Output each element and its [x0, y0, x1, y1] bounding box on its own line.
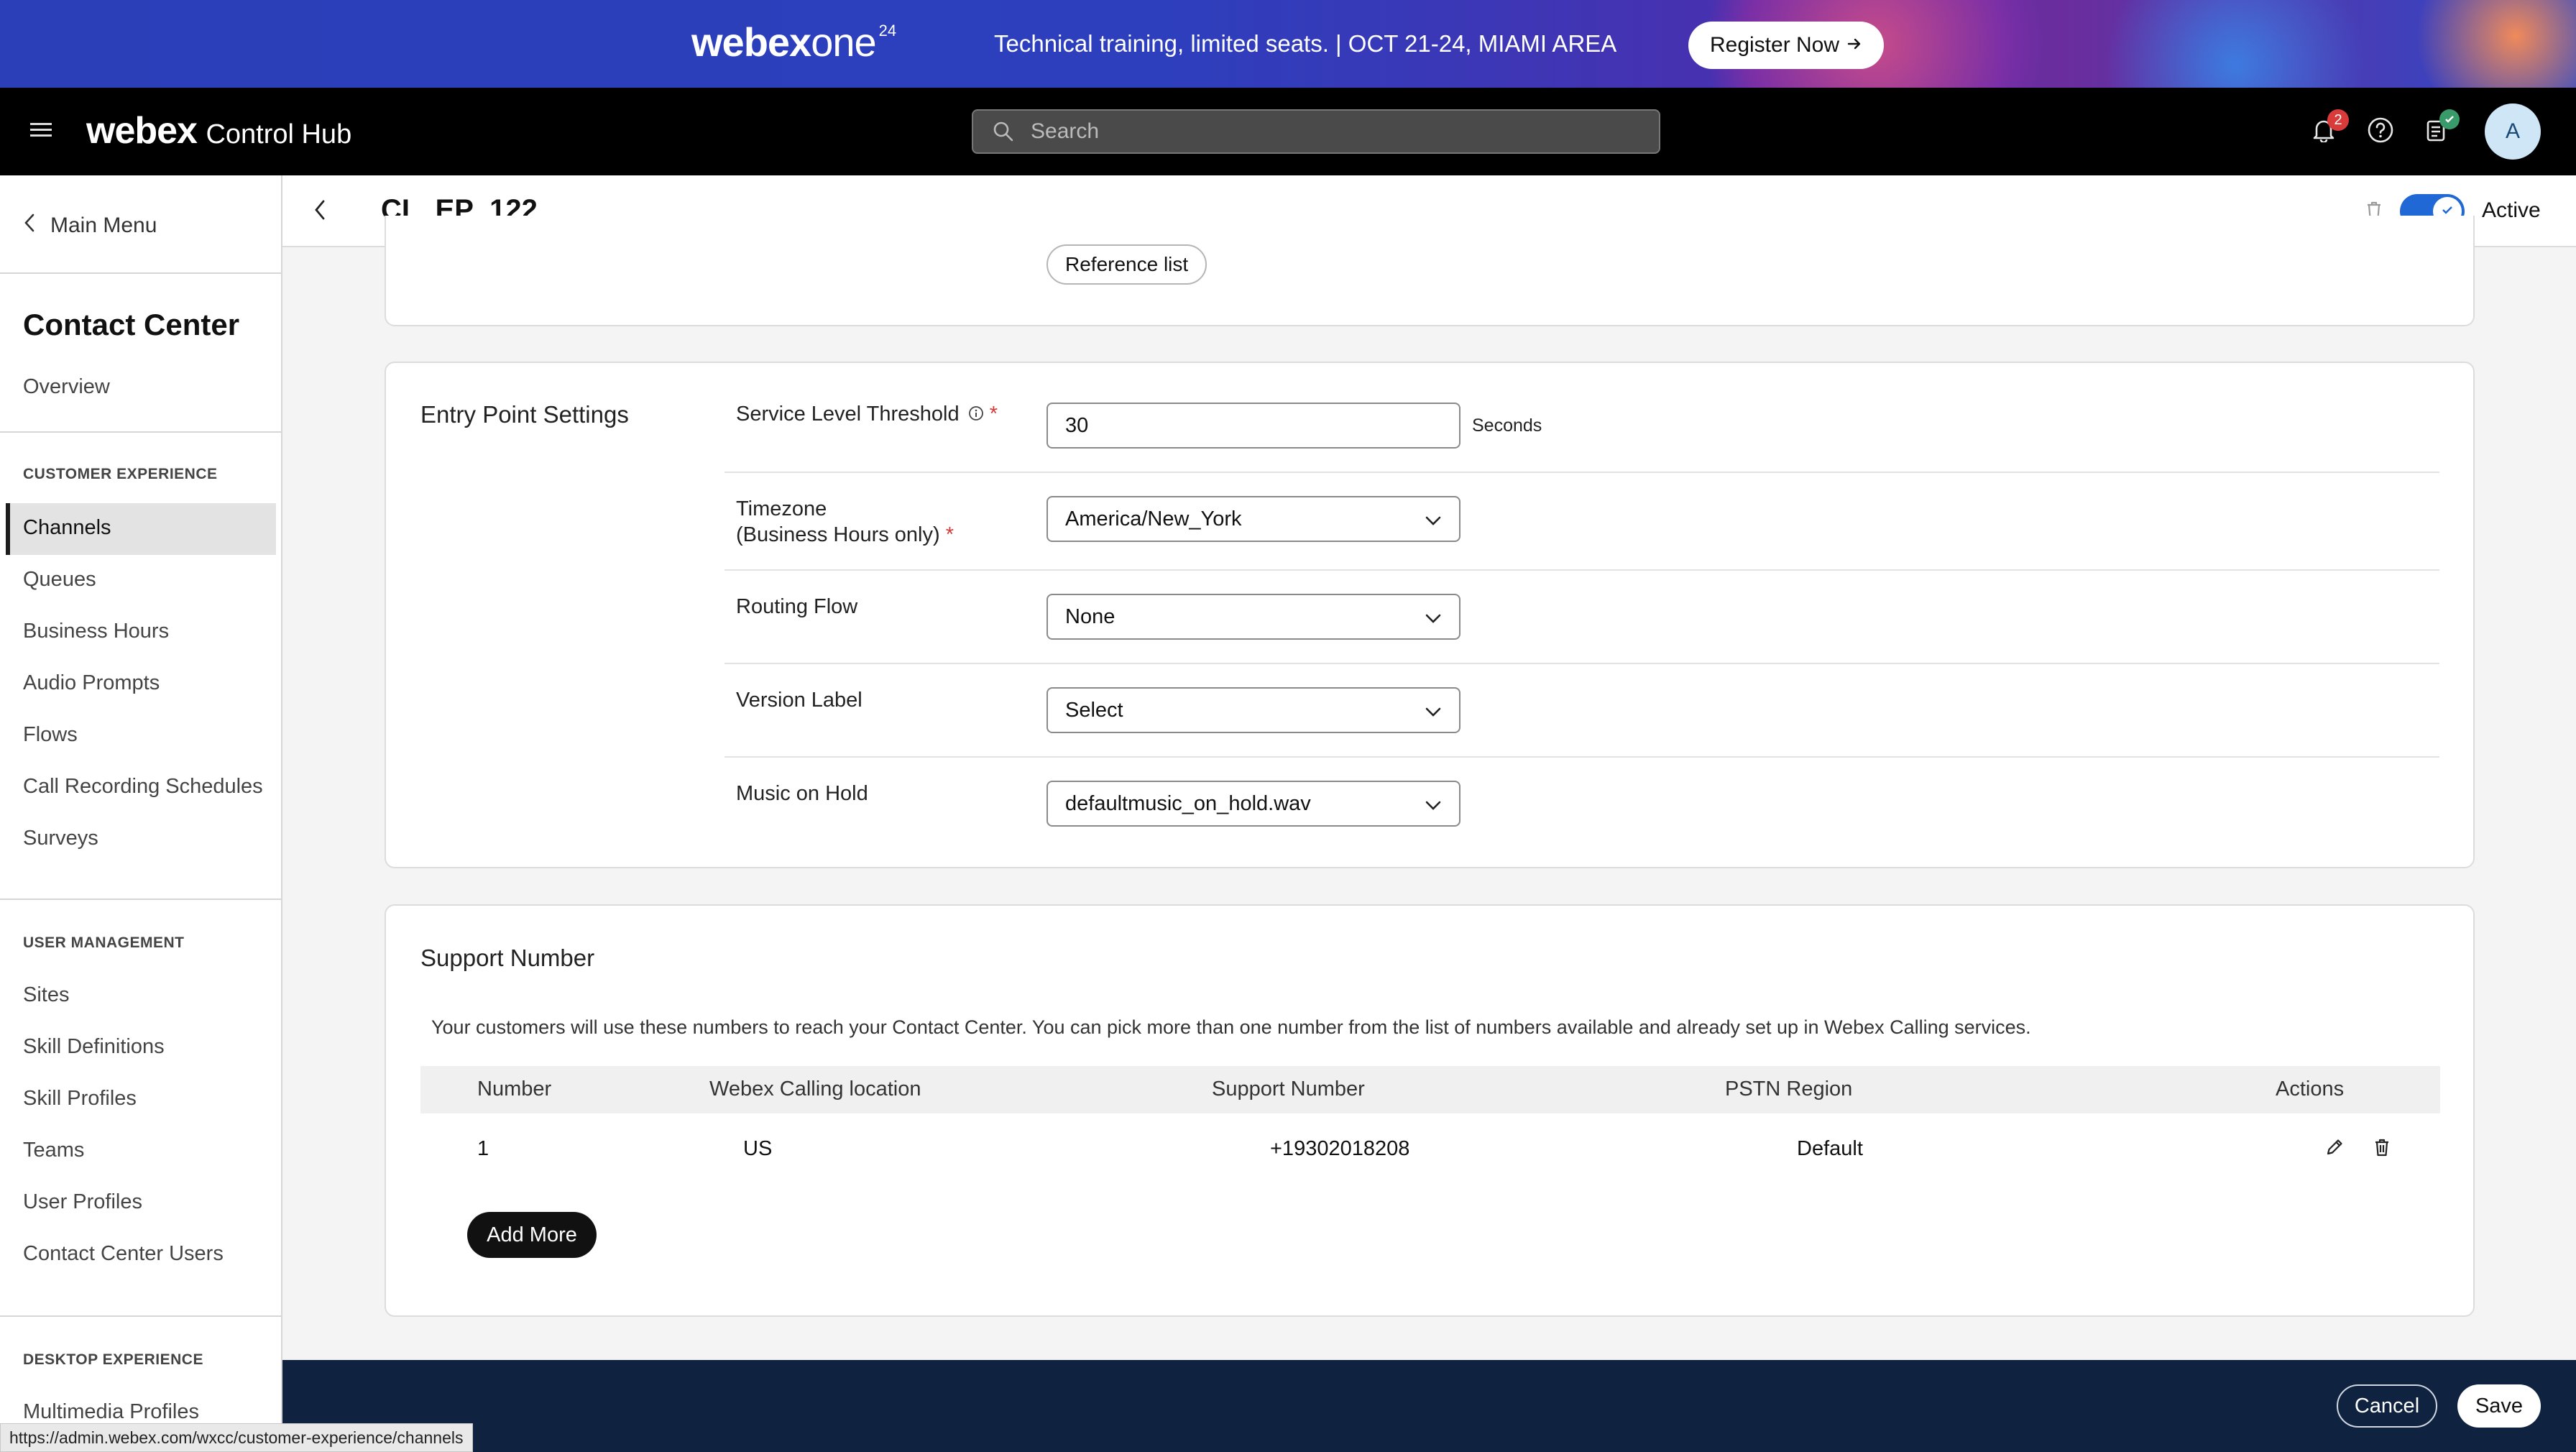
- sidebar-item-audio-prompts[interactable]: Audio Prompts: [23, 671, 160, 695]
- sidebar-item-teams[interactable]: Teams: [23, 1139, 84, 1162]
- timezone-label: Timezone (Business Hours only) *: [736, 496, 954, 548]
- chevron-down-icon: [1423, 795, 1443, 815]
- promo-banner: webex one 24 Technical training, limited…: [0, 0, 2576, 88]
- column-header-location[interactable]: Webex Calling location: [709, 1077, 921, 1101]
- timezone-label-line2: (Business Hours only): [736, 523, 940, 546]
- required-marker: *: [945, 523, 954, 546]
- chevron-down-icon: [1423, 702, 1443, 722]
- sidebar-item-sites[interactable]: Sites: [23, 983, 69, 1007]
- register-now-label: Register Now: [1709, 33, 1840, 57]
- sidebar-item-surveys[interactable]: Surveys: [23, 827, 98, 850]
- sidebar-item-multimedia-profiles[interactable]: Multimedia Profiles: [23, 1400, 199, 1424]
- pencil-icon: [2324, 1137, 2345, 1161]
- service-level-threshold-input[interactable]: 30: [1046, 403, 1460, 449]
- sidebar-item-contact-center-users[interactable]: Contact Center Users: [23, 1242, 224, 1266]
- sidebar-item-skill-profiles[interactable]: Skill Profiles: [23, 1087, 137, 1111]
- service-level-threshold-text: Service Level Threshold: [736, 403, 960, 426]
- notification-badge: 2: [2327, 109, 2349, 131]
- music-on-hold-value: defaultmusic_on_hold.wav: [1065, 791, 1311, 815]
- sidebar-item-call-recording-schedules[interactable]: Call Recording Schedules: [23, 775, 263, 799]
- music-on-hold-select[interactable]: defaultmusic_on_hold.wav: [1046, 781, 1460, 827]
- delete-button[interactable]: [2369, 1136, 2395, 1162]
- register-now-button[interactable]: Register Now: [1688, 22, 1884, 69]
- cell-location: US: [743, 1137, 773, 1160]
- main-menu-label: Main Menu: [50, 213, 157, 237]
- chevron-left-icon: [23, 213, 36, 239]
- notifications-button[interactable]: 2: [2306, 109, 2349, 150]
- reference-card: [385, 216, 2475, 326]
- timezone-label-line1: Timezone: [736, 497, 827, 520]
- control-hub-logo[interactable]: webex Control Hub: [86, 109, 351, 152]
- required-marker: *: [989, 403, 998, 426]
- version-label-value: Select: [1065, 698, 1123, 722]
- active-status-label: Active: [2482, 198, 2541, 222]
- column-header-actions: Actions: [2276, 1077, 2345, 1101]
- cell-support-number: +19302018208: [1270, 1137, 1410, 1160]
- sidebar-item-queues[interactable]: Queues: [23, 568, 96, 592]
- edit-button[interactable]: [2322, 1136, 2347, 1162]
- add-more-button[interactable]: Add More: [467, 1212, 597, 1258]
- arrow-right-icon: [1846, 33, 1862, 58]
- version-label-label: Version Label: [736, 689, 862, 712]
- support-number-description: Your customers will use these numbers to…: [431, 1016, 2031, 1038]
- section-user-management: USER MANAGEMENT: [23, 934, 185, 951]
- routing-flow-select[interactable]: None: [1046, 594, 1460, 640]
- sidebar-item-user-profiles[interactable]: User Profiles: [23, 1190, 142, 1214]
- hamburger-menu-icon[interactable]: [30, 119, 52, 141]
- chevron-left-icon: [313, 199, 326, 224]
- main-menu-link[interactable]: Main Menu: [23, 213, 157, 239]
- version-label-select[interactable]: Select: [1046, 687, 1460, 733]
- service-level-threshold-label: Service Level Threshold *: [736, 401, 998, 428]
- sidebar-item-skill-definitions[interactable]: Skill Definitions: [23, 1035, 165, 1059]
- routing-flow-value: None: [1065, 605, 1116, 628]
- sidebar-title: Contact Center: [23, 308, 240, 341]
- column-header-number[interactable]: Number: [477, 1077, 551, 1101]
- cell-number: 1: [477, 1137, 489, 1160]
- section-desktop-experience: DESKTOP EXPERIENCE: [23, 1351, 203, 1368]
- help-button[interactable]: [2363, 114, 2398, 150]
- webexone-logo: webex one 24: [691, 19, 896, 69]
- banner-text: Technical training, limited seats. | OCT…: [994, 30, 1617, 57]
- column-header-support-number[interactable]: Support Number: [1212, 1077, 1365, 1101]
- logo-product-text: Control Hub: [206, 119, 352, 150]
- column-header-pstn-region[interactable]: PSTN Region: [1725, 1077, 1852, 1101]
- info-icon[interactable]: [968, 402, 984, 428]
- sidebar-item-flows[interactable]: Flows: [23, 723, 78, 747]
- search-bar[interactable]: [972, 109, 1660, 154]
- tasks-button[interactable]: [2418, 109, 2460, 150]
- reference-list-button[interactable]: Reference list: [1046, 244, 1208, 285]
- cancel-button[interactable]: Cancel: [2337, 1384, 2437, 1428]
- logo-one-text: one: [811, 19, 876, 65]
- section-customer-experience: CUSTOMER EXPERIENCE: [23, 466, 218, 482]
- avatar[interactable]: A: [2485, 104, 2541, 160]
- search-icon: [989, 117, 1018, 146]
- seconds-unit-label: Seconds: [1472, 415, 1542, 436]
- logo-webex-text: webex: [86, 110, 198, 152]
- sidebar-item-business-hours[interactable]: Business Hours: [23, 620, 169, 643]
- sidebar: Main Menu Contact Center Overview CUSTOM…: [0, 175, 282, 1452]
- chevron-down-icon: [1423, 608, 1443, 628]
- sidebar-item-overview[interactable]: Overview: [23, 375, 110, 399]
- top-bar: webex Control Hub 2 A: [0, 88, 2576, 175]
- chevron-down-icon: [1423, 510, 1443, 530]
- status-bar-url: https://admin.webex.com/wxcc/customer-ex…: [0, 1423, 473, 1452]
- music-on-hold-label: Music on Hold: [736, 782, 868, 805]
- cell-pstn-region: Default: [1797, 1137, 1863, 1160]
- check-badge-icon: [2439, 109, 2460, 129]
- logo-webex-text: webex: [691, 19, 811, 65]
- back-button[interactable]: [305, 197, 334, 226]
- logo-year-text: 24: [878, 22, 897, 40]
- routing-flow-label: Routing Flow: [736, 595, 858, 618]
- footer-bar: Cancel Save: [282, 1360, 2576, 1452]
- timezone-value: America/New_York: [1065, 507, 1242, 530]
- help-icon: [2367, 116, 2394, 147]
- search-input[interactable]: [1029, 119, 1622, 144]
- timezone-select[interactable]: America/New_York: [1046, 496, 1460, 542]
- trash-icon: [2373, 1137, 2391, 1161]
- entry-point-settings-title: Entry Point Settings: [420, 401, 629, 428]
- sidebar-item-channels[interactable]: Channels: [23, 516, 111, 540]
- save-button[interactable]: Save: [2457, 1384, 2541, 1428]
- support-number-title: Support Number: [420, 945, 595, 971]
